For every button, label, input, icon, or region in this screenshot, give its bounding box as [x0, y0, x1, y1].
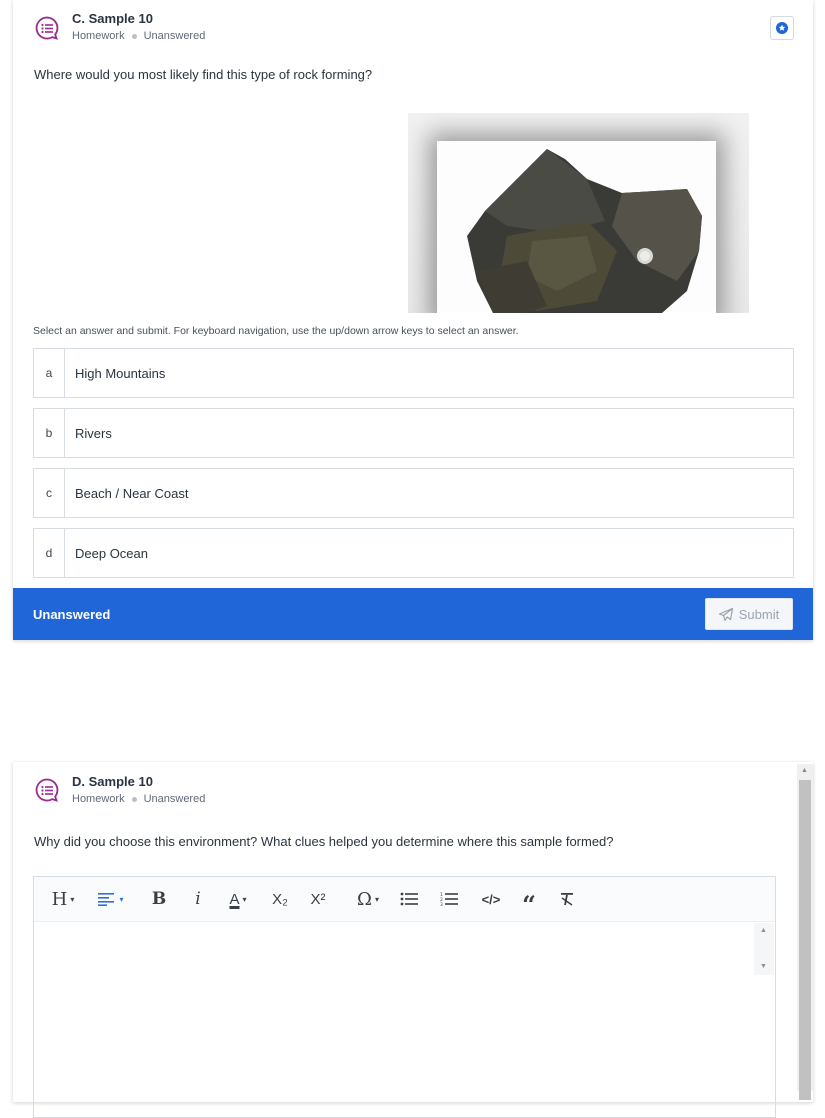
- answer-instructions: Select an answer and submit. For keyboar…: [33, 325, 519, 337]
- code-button[interactable]: </>: [476, 877, 506, 921]
- question-bubble-icon: [35, 778, 59, 802]
- choice-letter: b: [34, 409, 65, 457]
- numbered-list-button[interactable]: 1 2 3: [436, 877, 462, 921]
- submit-button[interactable]: Submit: [705, 598, 793, 630]
- paper-plane-icon: [718, 607, 733, 621]
- meta-type: Homework: [72, 30, 125, 42]
- answer-status-bar: Unanswered Submit: [13, 588, 813, 640]
- subscript-button[interactable]: X₂: [266, 877, 294, 921]
- rich-text-editor[interactable]: H ▾ ▾ B i A ▾ X₂ X² Ω ▾ 1 2 3 </> “ ▲ ▼: [33, 876, 776, 1118]
- rock-illustration: [467, 149, 702, 313]
- question-bubble-icon: [35, 16, 59, 40]
- scroll-up-icon[interactable]: ▲: [760, 927, 767, 934]
- choice-text: Beach / Near Coast: [75, 485, 189, 501]
- submit-label: Submit: [738, 606, 780, 622]
- editor-scrollbar[interactable]: ▲ ▼: [754, 923, 774, 975]
- choice-text: High Mountains: [75, 365, 166, 381]
- star-badge-icon: [776, 22, 788, 34]
- choice-text: Rivers: [75, 425, 112, 441]
- editor-toolbar: H ▾ ▾ B i A ▾ X₂ X² Ω ▾ 1 2 3 </> “: [34, 877, 775, 922]
- clear-format-button[interactable]: [554, 877, 580, 921]
- scrollbar-thumb[interactable]: [799, 780, 811, 1100]
- font-color-button[interactable]: A ▾: [220, 877, 256, 921]
- superscript-button[interactable]: X²: [304, 877, 332, 921]
- rock-photo: [437, 141, 716, 313]
- numbered-list-icon: 1 2 3: [440, 892, 458, 906]
- rock-sample-image: [408, 113, 749, 313]
- question-prompt: Where would you most likely find this ty…: [34, 67, 373, 82]
- meta-type: Homework: [72, 793, 125, 805]
- page-scrollbar[interactable]: ▲: [797, 764, 813, 1100]
- question-card-d: D. Sample 10 Homework Unanswered Why did…: [13, 762, 813, 1118]
- question-meta: Homework Unanswered: [72, 793, 205, 805]
- omega-icon: Ω: [357, 888, 372, 910]
- choice-letter: c: [34, 469, 65, 517]
- status-label: Unanswered: [33, 606, 111, 622]
- meta-status: Unanswered: [143, 793, 206, 805]
- choice-c[interactable]: c Beach / Near Coast: [33, 468, 794, 518]
- italic-button[interactable]: i: [186, 877, 210, 921]
- question-card-c: C. Sample 10 Homework Unanswered Where w…: [13, 0, 813, 640]
- scroll-up-icon[interactable]: ▲: [801, 767, 808, 774]
- bold-button[interactable]: B: [146, 877, 172, 921]
- question-meta: Homework Unanswered: [72, 30, 205, 42]
- question-title: D. Sample 10: [72, 774, 153, 789]
- question-title: C. Sample 10: [72, 11, 153, 26]
- bullet-list-icon: [400, 892, 418, 906]
- bookmark-button[interactable]: [770, 16, 794, 40]
- heading-label: H: [51, 888, 68, 910]
- meta-status: Unanswered: [143, 30, 206, 42]
- choice-d[interactable]: d Deep Ocean: [33, 528, 794, 578]
- choice-letter: d: [34, 529, 65, 577]
- choice-text: Deep Ocean: [75, 545, 148, 561]
- choice-b[interactable]: b Rivers: [33, 408, 794, 458]
- choice-letter: a: [34, 349, 65, 397]
- choice-a[interactable]: a High Mountains: [33, 348, 794, 398]
- question-prompt: Why did you choose this environment? Wha…: [34, 834, 614, 849]
- svg-text:3: 3: [440, 902, 443, 906]
- heading-button[interactable]: H ▾: [46, 877, 80, 921]
- align-button[interactable]: ▾: [90, 877, 132, 921]
- special-char-button[interactable]: Ω ▾: [350, 877, 386, 921]
- scroll-down-icon[interactable]: ▼: [760, 963, 767, 970]
- clear-format-icon: [561, 893, 573, 906]
- align-left-icon: [98, 893, 115, 906]
- bullet-list-button[interactable]: [396, 877, 422, 921]
- meta-separator-dot: [131, 796, 137, 802]
- blockquote-button[interactable]: “: [516, 877, 542, 921]
- font-color-icon: A: [229, 890, 240, 908]
- meta-separator-dot: [131, 33, 137, 39]
